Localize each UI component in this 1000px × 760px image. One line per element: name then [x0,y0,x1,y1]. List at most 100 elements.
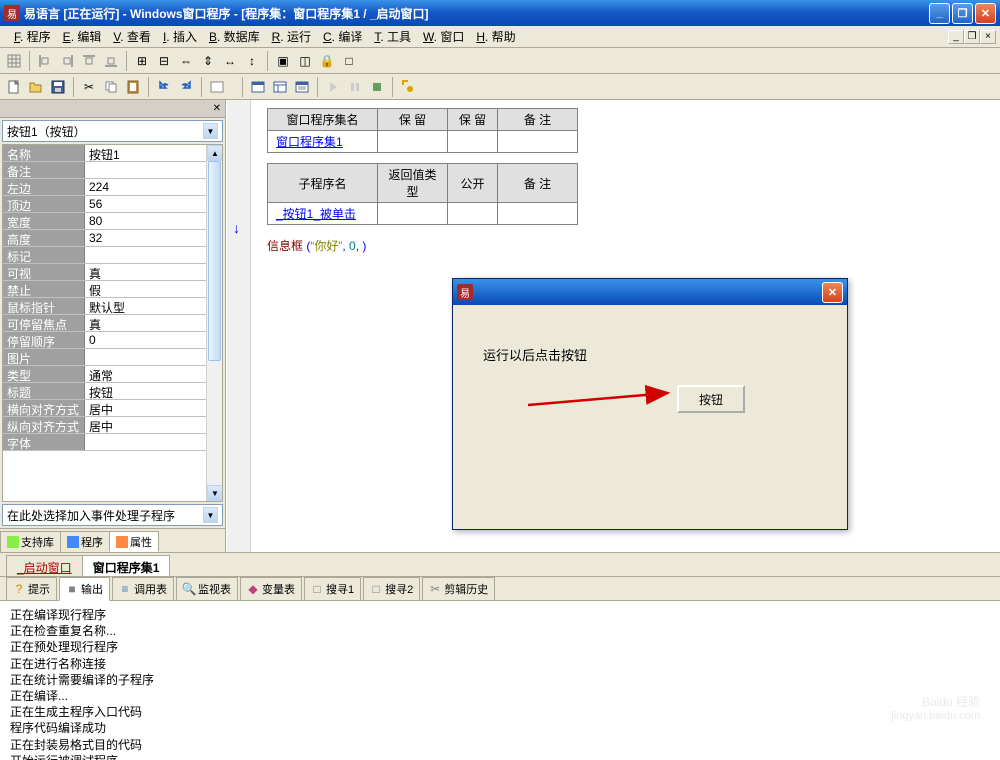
dialog-titlebar[interactable]: 易 ✕ [453,279,847,305]
prop-row[interactable]: 类型通常 [3,366,222,383]
align-bottom-icon[interactable] [101,51,121,71]
prop-value[interactable]: 按钮 [85,383,222,399]
back-icon[interactable]: ◫ [295,51,315,71]
prop-value[interactable]: 32 [85,230,222,246]
center-v-icon[interactable]: ⊟ [154,51,174,71]
prop-row[interactable]: 左边224 [3,179,222,196]
menu-i[interactable]: I. 插入 [157,28,203,46]
left-tab-程序[interactable]: 程序 [60,531,110,552]
bottom-tab-调用表[interactable]: ≡调用表 [112,577,174,601]
table-cell[interactable] [448,203,498,225]
prop-value[interactable] [85,247,222,263]
table-cell[interactable] [378,131,448,153]
bottom-tab-监视表[interactable]: 🔍监视表 [176,577,238,601]
prop-value[interactable]: 假 [85,281,222,297]
menu-r[interactable]: R. 运行 [266,28,317,46]
module-icon[interactable] [270,77,290,97]
open-icon[interactable] [26,77,46,97]
lock-icon[interactable]: 🔒 [317,51,337,71]
same-h-icon[interactable]: ↕ [242,51,262,71]
prop-row[interactable]: 标记 [3,247,222,264]
prop-row[interactable]: 横向对齐方式居中 [3,400,222,417]
prop-row[interactable]: 鼠标指针默认型 [3,298,222,315]
prop-value[interactable]: 按钮1 [85,145,222,161]
prop-value[interactable]: 默认型 [85,298,222,314]
scroll-up-icon[interactable]: ▲ [207,145,223,161]
copy-icon[interactable] [101,77,121,97]
prop-row[interactable]: 禁止假 [3,281,222,298]
scroll-down-icon[interactable]: ▼ [207,485,223,501]
stop-icon[interactable] [367,77,387,97]
prop-value[interactable]: 224 [85,179,222,195]
mdi-close[interactable]: × [980,30,996,44]
prop-row[interactable]: 宽度80 [3,213,222,230]
prop-row[interactable]: 名称按钮1 [3,145,222,162]
prop-row[interactable]: 可视真 [3,264,222,281]
prop-value[interactable]: 0 [85,332,222,348]
left-tab-支持库[interactable]: 支持库 [0,531,61,552]
panel-close-icon[interactable]: ✕ [213,103,221,114]
menu-f[interactable]: F. 程序 [8,28,57,46]
event-combo[interactable]: 在此处选择加入事件处理子程序 ▼ [2,504,223,526]
bottom-tab-输出[interactable]: ■输出 [59,577,110,601]
left-tab-属性[interactable]: 属性 [109,531,159,552]
prop-value[interactable]: 居中 [85,417,222,433]
new-icon[interactable] [4,77,24,97]
bottom-tab-变量表[interactable]: ◆变量表 [240,577,302,601]
menu-t[interactable]: T. 工具 [368,28,417,46]
prop-row[interactable]: 字体 [3,434,222,451]
mdi-minimize[interactable]: _ [948,30,964,44]
pause-icon[interactable] [345,77,365,97]
bottom-tab-提示[interactable]: ?提示 [6,577,57,601]
dialog-close-button[interactable]: ✕ [822,282,843,303]
prop-row[interactable]: 图片 [3,349,222,366]
minimize-button[interactable]: _ [929,3,950,24]
code-tab[interactable]: 窗口程序集1 [82,555,171,576]
prop-row[interactable]: 顶边56 [3,196,222,213]
event-combo-arrow-icon[interactable]: ▼ [203,507,218,523]
code-line[interactable]: 信息框 (“你好”, 0, ) [267,235,1000,256]
code-tab[interactable]: _启动窗口 [6,555,83,576]
prop-row[interactable]: 可停留焦点真 [3,315,222,332]
menu-v[interactable]: V. 查看 [107,28,157,46]
redo-icon[interactable] [176,77,196,97]
code-icon[interactable] [292,77,312,97]
close-button[interactable]: ✕ [975,3,996,24]
prop-value[interactable]: 居中 [85,400,222,416]
prop-row[interactable]: 停留顺序0 [3,332,222,349]
align-right-icon[interactable] [57,51,77,71]
table-cell[interactable] [498,203,578,225]
maximize-button[interactable]: ❐ [952,3,973,24]
front-icon[interactable]: ▣ [273,51,293,71]
prop-value[interactable] [85,349,222,365]
run-icon[interactable] [323,77,343,97]
dist-v-icon[interactable]: ⇕ [198,51,218,71]
prop-row[interactable]: 纵向对齐方式居中 [3,417,222,434]
prop-row[interactable]: 备注 [3,162,222,179]
find-icon[interactable] [207,77,227,97]
menu-h[interactable]: H. 帮助 [470,28,521,46]
output-text[interactable]: 正在编译现行程序正在检查重复名称...正在预处理现行程序正在进行名称连接正在统计… [0,601,1000,760]
prop-value[interactable]: 80 [85,213,222,229]
table-cell[interactable]: 窗口程序集1 [268,131,378,153]
menu-b[interactable]: B. 数据库 [203,28,266,46]
save-icon[interactable] [48,77,68,97]
center-h-icon[interactable]: ⊞ [132,51,152,71]
mdi-restore[interactable]: ❐ [964,30,980,44]
property-grid[interactable]: 名称按钮1备注左边224顶边56宽度80高度32标记可视真禁止假鼠标指针默认型可… [2,144,223,502]
prop-row[interactable]: 标题按钮 [3,383,222,400]
menu-c[interactable]: C. 编译 [317,28,368,46]
menu-w[interactable]: W. 窗口 [417,28,470,46]
property-scrollbar[interactable]: ▲ ▼ [206,145,222,501]
object-combo[interactable]: 按钮1（按钮） ▼ [2,120,223,142]
step-icon[interactable] [398,77,418,97]
prop-value[interactable]: 通常 [85,366,222,382]
align-top-icon[interactable] [79,51,99,71]
dist-h-icon[interactable]: ⇔ [176,51,196,71]
prop-value[interactable] [85,162,222,178]
scroll-thumb[interactable] [208,161,221,361]
cut-icon[interactable]: ✂ [79,77,99,97]
table-cell[interactable] [498,131,578,153]
paste-icon[interactable] [123,77,143,97]
same-w-icon[interactable]: ↔ [220,51,240,71]
